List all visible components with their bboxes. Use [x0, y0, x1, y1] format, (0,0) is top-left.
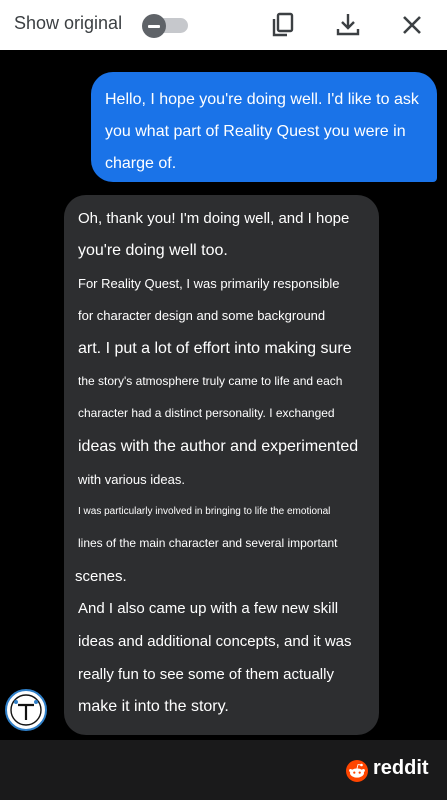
reply-line: character had a distinct personality. I …: [78, 406, 335, 420]
reply-line: with various ideas.: [78, 472, 185, 487]
reply-line: And I also came up with a few new skill: [78, 600, 339, 617]
reply-line: for character design and some background: [78, 308, 326, 323]
toggle-knob: [142, 14, 166, 38]
reddit-logo-icon: [346, 760, 368, 782]
download-icon[interactable]: [333, 10, 363, 40]
reply-line: you're doing well too.: [78, 242, 228, 259]
reply-line: scenes.: [75, 568, 127, 585]
user-message-line: you what part of Reality Quest you were …: [105, 123, 406, 140]
user-message-bubble: Hello, I hope you're doing well. I'd lik…: [91, 72, 437, 182]
close-icon[interactable]: [397, 10, 427, 40]
reply-line: Oh, thank you! I'm doing well, and I hop…: [78, 210, 350, 227]
reply-line: lines of the main character and several …: [78, 536, 338, 550]
reply-line: ideas and additional concepts, and it wa…: [78, 633, 352, 650]
avatar[interactable]: [5, 689, 47, 731]
reply-line: For Reality Quest, I was primarily respo…: [78, 276, 340, 291]
show-original-label: Show original: [14, 13, 123, 33]
copy-icon[interactable]: [269, 10, 299, 40]
translation-toolbar: Show original: [0, 0, 447, 51]
reply-message-bubble: Oh, thank you! I'm doing well, and I hop…: [64, 195, 379, 735]
avatar-icon: [10, 694, 42, 726]
reply-line: art. I put a lot of effort into making s…: [78, 340, 352, 357]
user-message-line: Hello, I hope you're doing well. I'd lik…: [105, 91, 419, 108]
reddit-wordmark: reddit: [373, 757, 429, 779]
reply-line: the story's atmosphere truly came to lif…: [78, 374, 343, 388]
user-message-line: charge of.: [105, 155, 177, 172]
reply-line: I was particularly involved in bringing …: [78, 506, 331, 517]
reply-line: ideas with the author and experimented: [78, 438, 359, 455]
reply-line: make it into the story.: [78, 698, 229, 715]
reply-line: really fun to see some of them actually: [78, 666, 334, 683]
show-original-toggle[interactable]: [142, 14, 188, 38]
